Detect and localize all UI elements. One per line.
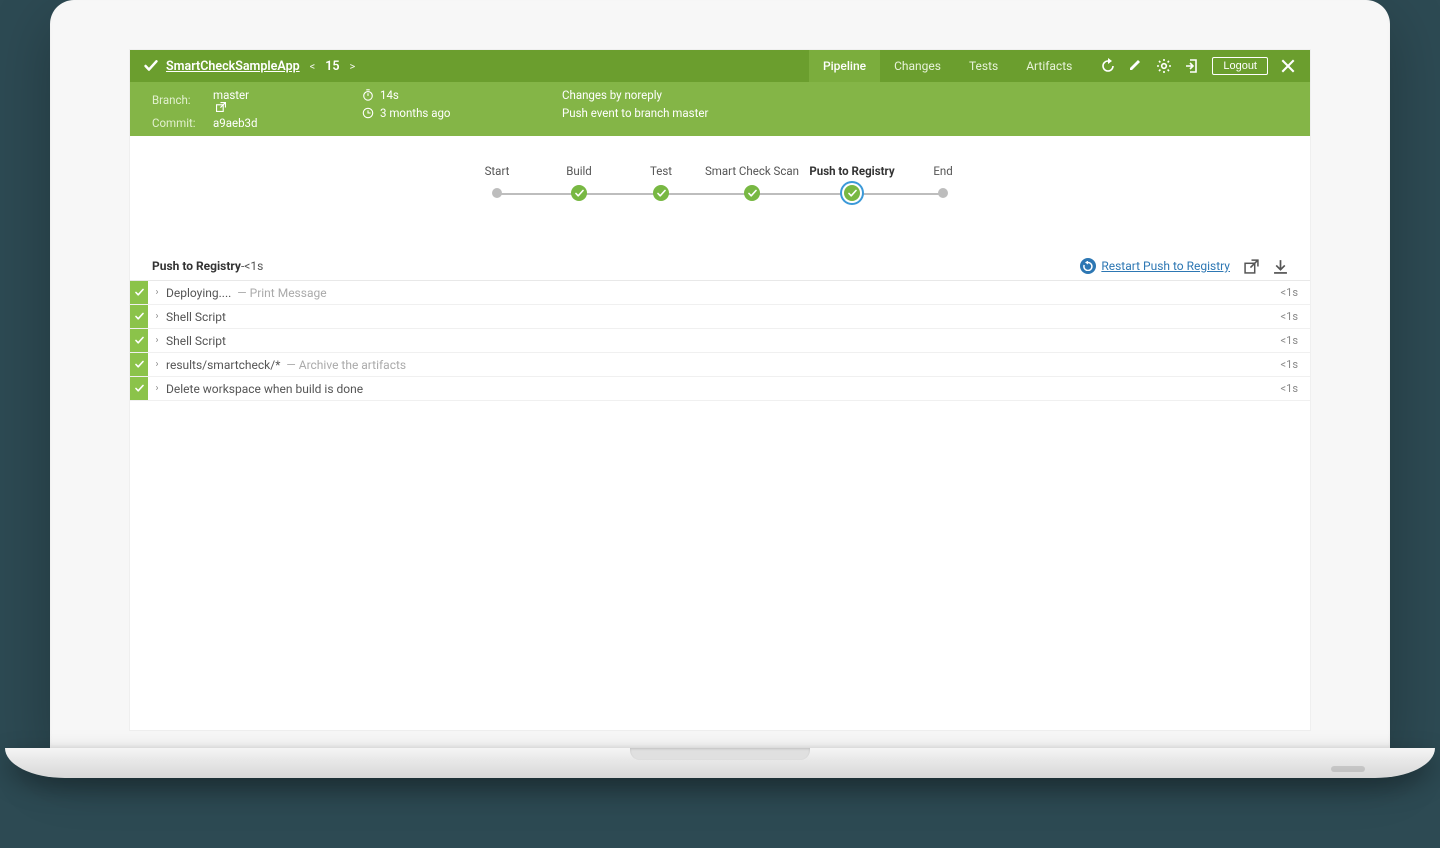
- chevron-right-icon: ›: [148, 335, 166, 346]
- status-check-icon: [144, 59, 158, 73]
- step-duration: <1s: [1281, 310, 1310, 323]
- step-status-icon: [130, 305, 148, 328]
- stage-label: Build: [566, 164, 592, 178]
- step-duration: <1s: [1281, 382, 1310, 395]
- tab-pipeline[interactable]: Pipeline: [809, 50, 880, 82]
- laptop-base: [5, 748, 1435, 778]
- changes-text: Changes by noreply: [562, 88, 662, 102]
- pipeline-stage[interactable]: Smart Check Scan: [702, 164, 802, 202]
- download-icon[interactable]: [1273, 259, 1288, 274]
- app-screen: SmartCheckSampleApp < 15 > PipelineChang…: [130, 50, 1310, 730]
- header-bar: SmartCheckSampleApp < 15 > PipelineChang…: [130, 50, 1310, 82]
- next-run-button[interactable]: >: [348, 60, 358, 73]
- step-status-icon: [130, 353, 148, 376]
- step-status-icon: [130, 329, 148, 352]
- settings-icon[interactable]: [1156, 58, 1172, 74]
- pipeline-stage[interactable]: Build: [538, 164, 620, 202]
- header-tabs: PipelineChangesTestsArtifacts: [809, 50, 1086, 82]
- step-row[interactable]: ›Deploying.... — Print Message <1s: [130, 281, 1310, 305]
- logout-button[interactable]: Logout: [1212, 57, 1268, 75]
- laptop-notch: [630, 748, 810, 760]
- pipeline-title-link[interactable]: SmartCheckSampleApp: [166, 59, 300, 74]
- step-name: Deploying....: [166, 286, 231, 300]
- pipeline-graph-area: Start Build Test Smart Check Scan Push to Re…: [130, 136, 1310, 258]
- stage-node-dot: [492, 188, 502, 198]
- external-link-icon: [213, 102, 249, 112]
- step-row[interactable]: ›results/smartcheck/* — Archive the artif…: [130, 353, 1310, 377]
- commit-link[interactable]: a9aeb3d: [213, 116, 257, 130]
- restart-icon: [1080, 258, 1096, 274]
- clock-icon: [362, 107, 374, 119]
- step-desc: — Archive the artifacts: [286, 358, 406, 372]
- stopwatch-icon: [362, 89, 374, 101]
- run-info-bar: Branch: master Commit: a9aeb3d 14s: [130, 82, 1310, 136]
- laptop-frame: SmartCheckSampleApp < 15 > PipelineChang…: [50, 0, 1390, 778]
- pipeline-graph: Start Build Test Smart Check Scan Push to Re…: [456, 164, 984, 202]
- age-value: 3 months ago: [380, 106, 450, 120]
- stage-steps-list: ›Deploying....— Print Message<1s›Shell S…: [130, 280, 1310, 401]
- stage-label: Start: [485, 164, 510, 178]
- step-duration: <1s: [1281, 358, 1310, 371]
- close-icon[interactable]: [1280, 58, 1296, 74]
- stage-node-pass[interactable]: [571, 185, 587, 201]
- header-actions: Logout: [1086, 50, 1310, 82]
- step-status-icon: [130, 281, 148, 304]
- stage-node-pass[interactable]: [844, 185, 860, 201]
- stage-title: Push to Registry: [152, 259, 241, 273]
- step-name: Delete workspace when build is done: [166, 382, 363, 396]
- step-status-icon: [130, 377, 148, 400]
- restart-stage-link[interactable]: Restart Push to Registry: [1080, 258, 1230, 274]
- step-name: results/smartcheck/*: [166, 358, 280, 372]
- step-duration: <1s: [1281, 334, 1310, 347]
- prev-run-button[interactable]: <: [308, 60, 318, 73]
- run-number: 15: [325, 59, 339, 74]
- step-row[interactable]: ›Shell Script <1s: [130, 305, 1310, 329]
- branch-link[interactable]: master: [213, 88, 249, 112]
- step-row[interactable]: ›Delete workspace when build is done <1s: [130, 377, 1310, 401]
- event-text: Push event to branch master: [562, 106, 708, 120]
- duration-value: 14s: [380, 88, 399, 102]
- step-name: Shell Script: [166, 334, 226, 348]
- step-desc: — Print Message: [237, 286, 326, 300]
- stage-steps-header: Push to Registry - <1s Restart Push to R…: [130, 258, 1310, 280]
- stage-node-dot: [938, 188, 948, 198]
- pipeline-stage: Start: [456, 164, 538, 202]
- stage-duration: <1s: [244, 259, 263, 273]
- stage-label: Smart Check Scan: [705, 164, 799, 178]
- chevron-right-icon: ›: [148, 383, 166, 394]
- stage-label: Test: [650, 164, 672, 178]
- step-duration: <1s: [1281, 286, 1310, 299]
- header-left: SmartCheckSampleApp < 15 >: [130, 50, 809, 82]
- popout-icon[interactable]: [1244, 259, 1259, 274]
- commit-label: Commit:: [152, 116, 207, 130]
- step-row[interactable]: ›Shell Script <1s: [130, 329, 1310, 353]
- chevron-right-icon: ›: [148, 311, 166, 322]
- rerun-icon[interactable]: [1100, 58, 1116, 74]
- chevron-right-icon: ›: [148, 287, 166, 298]
- pipeline-stage[interactable]: Test: [620, 164, 702, 202]
- go-classic-icon[interactable]: [1184, 58, 1200, 74]
- stage-label: End: [933, 164, 952, 178]
- tab-artifacts[interactable]: Artifacts: [1012, 50, 1086, 82]
- stage-node-pass[interactable]: [653, 185, 669, 201]
- branch-label: Branch:: [152, 93, 207, 107]
- laptop-foot: [1331, 766, 1365, 772]
- pipeline-stage: End: [902, 164, 984, 202]
- stage-node-pass[interactable]: [744, 185, 760, 201]
- tab-changes[interactable]: Changes: [880, 50, 955, 82]
- stage-label: Push to Registry: [809, 164, 894, 178]
- tab-tests[interactable]: Tests: [955, 50, 1012, 82]
- edit-icon[interactable]: [1128, 58, 1144, 74]
- chevron-right-icon: ›: [148, 359, 166, 370]
- laptop-lid: SmartCheckSampleApp < 15 > PipelineChang…: [50, 0, 1390, 748]
- step-name: Shell Script: [166, 310, 226, 324]
- pipeline-stage[interactable]: Push to Registry: [802, 164, 902, 202]
